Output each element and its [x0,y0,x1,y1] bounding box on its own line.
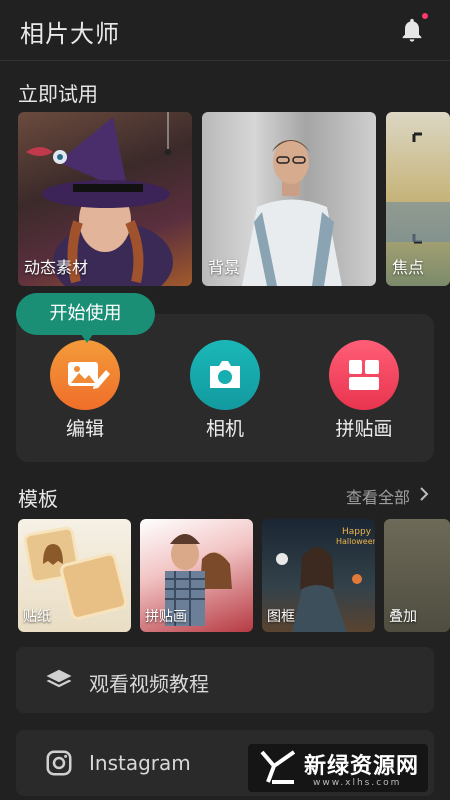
watermark-logo-icon [258,748,298,786]
card-label: 背景 [208,258,241,277]
edit-label: 编辑 [65,418,104,440]
see-all-link[interactable]: 查看全部 [346,484,410,508]
notification-bell-icon[interactable] [398,16,426,44]
app-title: 相片大师 [20,20,120,48]
image-edit-icon [68,362,110,389]
instagram-icon [44,748,74,778]
template-label: 图框 [267,609,295,625]
watermark-url: www.xlhs.com [313,778,402,788]
template-overlay[interactable]: 叠加 [384,519,450,632]
svg-text:Happy: Happy [342,527,372,537]
card-label: 动态素材 [24,258,89,277]
video-tutorial-label: 观看视频教程 [89,672,209,696]
watermark-text: 新绿资源网 [304,754,420,779]
get-started-tooltip[interactable]: 开始使用 [16,293,155,335]
collage-label: 拼贴画 [335,418,393,440]
edit-button[interactable] [50,340,120,410]
templates-title: 模板 [18,487,58,511]
template-label: 叠加 [389,609,417,625]
collage-icon [349,360,379,390]
tooltip-arrow [80,333,94,343]
collage-button[interactable] [329,340,399,410]
chevron-right-icon[interactable] [419,486,429,502]
feature-card-dynamic-stickers[interactable]: 动态素材 [18,112,192,286]
notification-dot [422,13,428,19]
camera-button[interactable] [190,340,260,410]
template-label: 拼贴画 [145,609,187,625]
template-collage[interactable]: 拼贴画 [140,519,253,632]
camera-icon [210,361,240,388]
svg-text:Halloween: Halloween [336,537,375,546]
instagram-label: Instagram [89,751,191,775]
template-label: 贴纸 [23,609,51,625]
feature-card-focus[interactable]: 焦点 [386,112,450,286]
try-now-title: 立即试用 [18,82,98,106]
header-divider [0,60,450,61]
video-tutorial-row[interactable] [16,647,434,713]
camera-label: 相机 [205,418,244,440]
layers-icon [44,666,74,696]
template-stickers[interactable]: 贴纸 [18,519,131,632]
feature-card-background[interactable]: 背景 [202,112,376,286]
template-frames[interactable]: Happy Halloween 图框 [262,519,375,632]
card-label: 焦点 [392,258,425,277]
